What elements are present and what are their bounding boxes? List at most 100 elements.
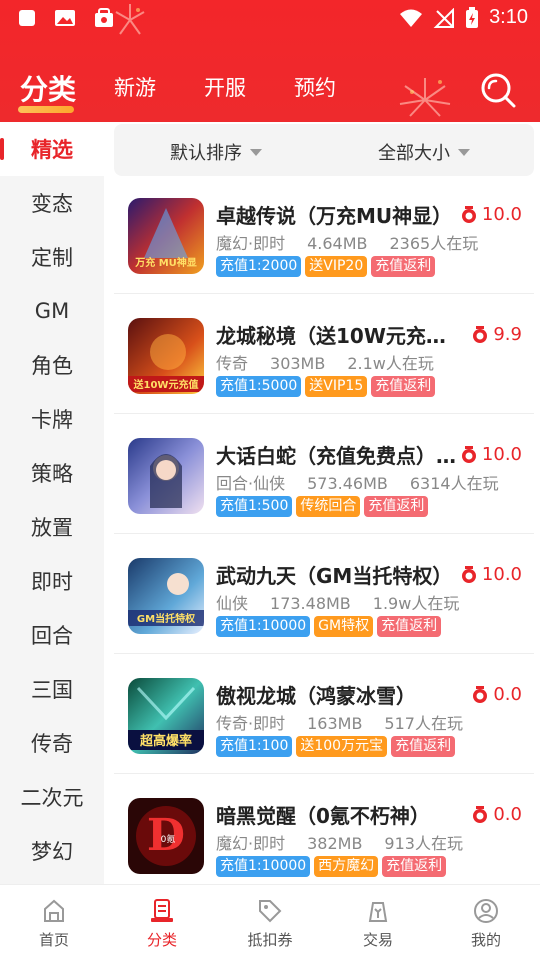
search-icon[interactable] [478, 70, 518, 110]
bottom-nav-profile[interactable]: 我的 [446, 897, 526, 950]
size-label: 全部大小 [378, 143, 450, 164]
sidebar-item-legend[interactable]: 传奇 [0, 716, 104, 770]
game-item[interactable]: 超高爆率 傲视龙城（鸿蒙冰雪） 传奇·即时 163MB 517人在玩 充值1:100… [114, 654, 534, 774]
tab-category[interactable]: 分类 [20, 68, 76, 108]
game-size: 573.46MB [307, 474, 388, 493]
game-players: 1.9w人在玩 [372, 594, 460, 613]
tag-recharge-ratio: 充值1:10000 [216, 856, 311, 877]
sidebar-item-card[interactable]: 卡牌 [0, 392, 104, 446]
game-title: 武动九天（GM当托特权） [216, 564, 453, 588]
sidebar-item-three-kingdoms[interactable]: 三国 [0, 662, 104, 716]
game-tags: 充值1:2000 送VIP20 充值返利 [216, 256, 436, 277]
gallery-icon [55, 10, 75, 26]
sidebar-item-fantasy[interactable]: 梦幻 [0, 824, 104, 878]
tag-feature: 送100万元宝 [296, 736, 388, 757]
tag-recharge-ratio: 充值1:500 [216, 496, 293, 517]
tag-feature: GM特权 [314, 616, 374, 637]
game-title: 暗黑觉醒（0氪不朽神） [216, 804, 430, 828]
medal-icon [473, 805, 488, 823]
sidebar-item-rpg[interactable]: 角色 [0, 338, 104, 392]
game-icon-art [128, 438, 204, 514]
tag-rebate: 充值返利 [377, 616, 442, 637]
svg-text:送10W元充值: 送10W元充值 [133, 378, 199, 391]
tag-feature: 传统回合 [296, 496, 361, 517]
game-title: 龙城秘境（送10W元充值） [216, 324, 456, 348]
svg-text:0氪: 0氪 [161, 833, 176, 845]
game-list-panel: 默认排序 全部大小 万充 MU神显 卓越传说（万充MU神显） 魔幻·即时 4.6… [104, 122, 540, 894]
game-title: 大话白蛇（充值免费点）… [216, 444, 456, 468]
chevron-down-icon [250, 148, 262, 156]
bottom-nav-category[interactable]: 分类 [122, 897, 202, 950]
tag-recharge-ratio: 充值1:2000 [216, 256, 302, 277]
sidebar-item-idle[interactable]: 放置 [0, 500, 104, 554]
tag-recharge-ratio: 充值1:100 [216, 736, 293, 757]
trade-icon [368, 902, 388, 922]
sidebar-item-realtime[interactable]: 即时 [0, 554, 104, 608]
game-icon: 超高爆率 [128, 678, 204, 754]
game-score: 10.0 [460, 204, 522, 225]
notification-icon [19, 10, 35, 26]
sidebar-item-custom[interactable]: 定制 [0, 230, 104, 284]
game-size: 382MB [307, 834, 363, 853]
chevron-down-icon [458, 148, 470, 156]
tab-new-games[interactable]: 新游 [114, 72, 156, 102]
game-genre: 传奇 [216, 354, 249, 373]
game-meta: 传奇·即时 163MB 517人在玩 [216, 710, 485, 734]
sidebar-item-label: 精选 [31, 138, 73, 162]
bottom-nav-home[interactable]: 首页 [14, 897, 94, 950]
game-title: 傲视龙城（鸿蒙冰雪） [216, 684, 416, 708]
sidebar-item-turn-based[interactable]: 回合 [0, 608, 104, 662]
svg-text:万充 MU神显: 万充 MU神显 [134, 256, 197, 269]
medal-icon [473, 325, 488, 343]
tab-server-open[interactable]: 开服 [204, 72, 246, 102]
tag-recharge-ratio: 充值1:10000 [216, 616, 311, 637]
game-item[interactable]: 大话白蛇（充值免费点）… 回合·仙侠 573.46MB 6314人在玩 充值1:50… [114, 414, 534, 534]
active-indicator [0, 138, 4, 160]
game-title: 卓越传说（万充MU神显） [216, 204, 453, 228]
game-item[interactable]: GM当托特权 武动九天（GM当托特权） 仙侠 173.48MB 1.9w人在玩 充值… [114, 534, 534, 654]
sort-dropdown[interactable]: 默认排序 [170, 139, 262, 165]
bottom-nav-label: 我的 [470, 931, 501, 949]
game-tags: 充值1:10000 GM特权 充值返利 [216, 616, 442, 637]
no-signal-icon [433, 7, 455, 28]
bottom-nav-trade[interactable]: 交易 [338, 897, 418, 950]
status-bar: 3:10 [0, 0, 540, 36]
tab-reservation[interactable]: 预约 [294, 72, 336, 102]
game-item[interactable]: 送10W元充值 龙城秘境（送10W元充值） 传奇 303MB 2.1w人在玩 充值1… [114, 294, 534, 414]
game-icon: GM当托特权 [128, 558, 204, 634]
game-icon: 送10W元充值 [128, 318, 204, 394]
tag-feature: 送VIP20 [305, 256, 368, 277]
game-icon-art: D 0氪 [128, 798, 204, 874]
game-icon-art: 超高爆率 [128, 678, 204, 754]
game-item[interactable]: D 0氪 暗黑觉醒（0氪不朽神） 魔幻·即时 382MB 913人在玩 充值1:10… [114, 774, 534, 894]
game-players: 913人在玩 [384, 834, 463, 853]
sidebar-item-anime[interactable]: 二次元 [0, 770, 104, 824]
score-value: 9.9 [493, 324, 522, 345]
score-value: 10.0 [481, 204, 522, 225]
tag-rebate: 充值返利 [382, 856, 447, 877]
bottom-nav-coupon[interactable]: 抵扣券 [230, 897, 310, 950]
sidebar-item-strategy[interactable]: 策略 [0, 446, 104, 500]
tag-feature: 西方魔幻 [314, 856, 379, 877]
store-icon [95, 8, 113, 27]
game-item[interactable]: 万充 MU神显 卓越传说（万充MU神显） 魔幻·即时 4.64MB 2365人在玩 … [114, 174, 534, 294]
game-tags: 充值1:5000 送VIP15 充值返利 [216, 376, 436, 397]
game-genre: 魔幻·即时 [216, 834, 286, 853]
game-size: 173.48MB [270, 594, 351, 613]
game-players: 6314人在玩 [409, 474, 499, 493]
game-genre: 回合·仙侠 [216, 474, 286, 493]
tag-feature: 送VIP15 [305, 376, 368, 397]
game-icon-art: 万充 MU神显 [128, 198, 204, 274]
medal-icon [461, 565, 476, 583]
category-icon [151, 899, 173, 922]
home-icon [44, 899, 64, 922]
size-dropdown[interactable]: 全部大小 [378, 139, 470, 165]
sidebar-item-bt[interactable]: 变态 [0, 176, 104, 230]
game-meta: 魔幻·即时 382MB 913人在玩 [216, 830, 485, 854]
game-tags: 充值1:500 传统回合 充值返利 [216, 496, 429, 517]
sidebar-item-gm[interactable]: GM [0, 284, 104, 338]
coupon-icon [259, 900, 282, 923]
sidebar-item-featured[interactable]: 精选 [0, 122, 104, 176]
score-value: 10.0 [481, 564, 522, 585]
game-genre: 魔幻·即时 [216, 234, 286, 253]
